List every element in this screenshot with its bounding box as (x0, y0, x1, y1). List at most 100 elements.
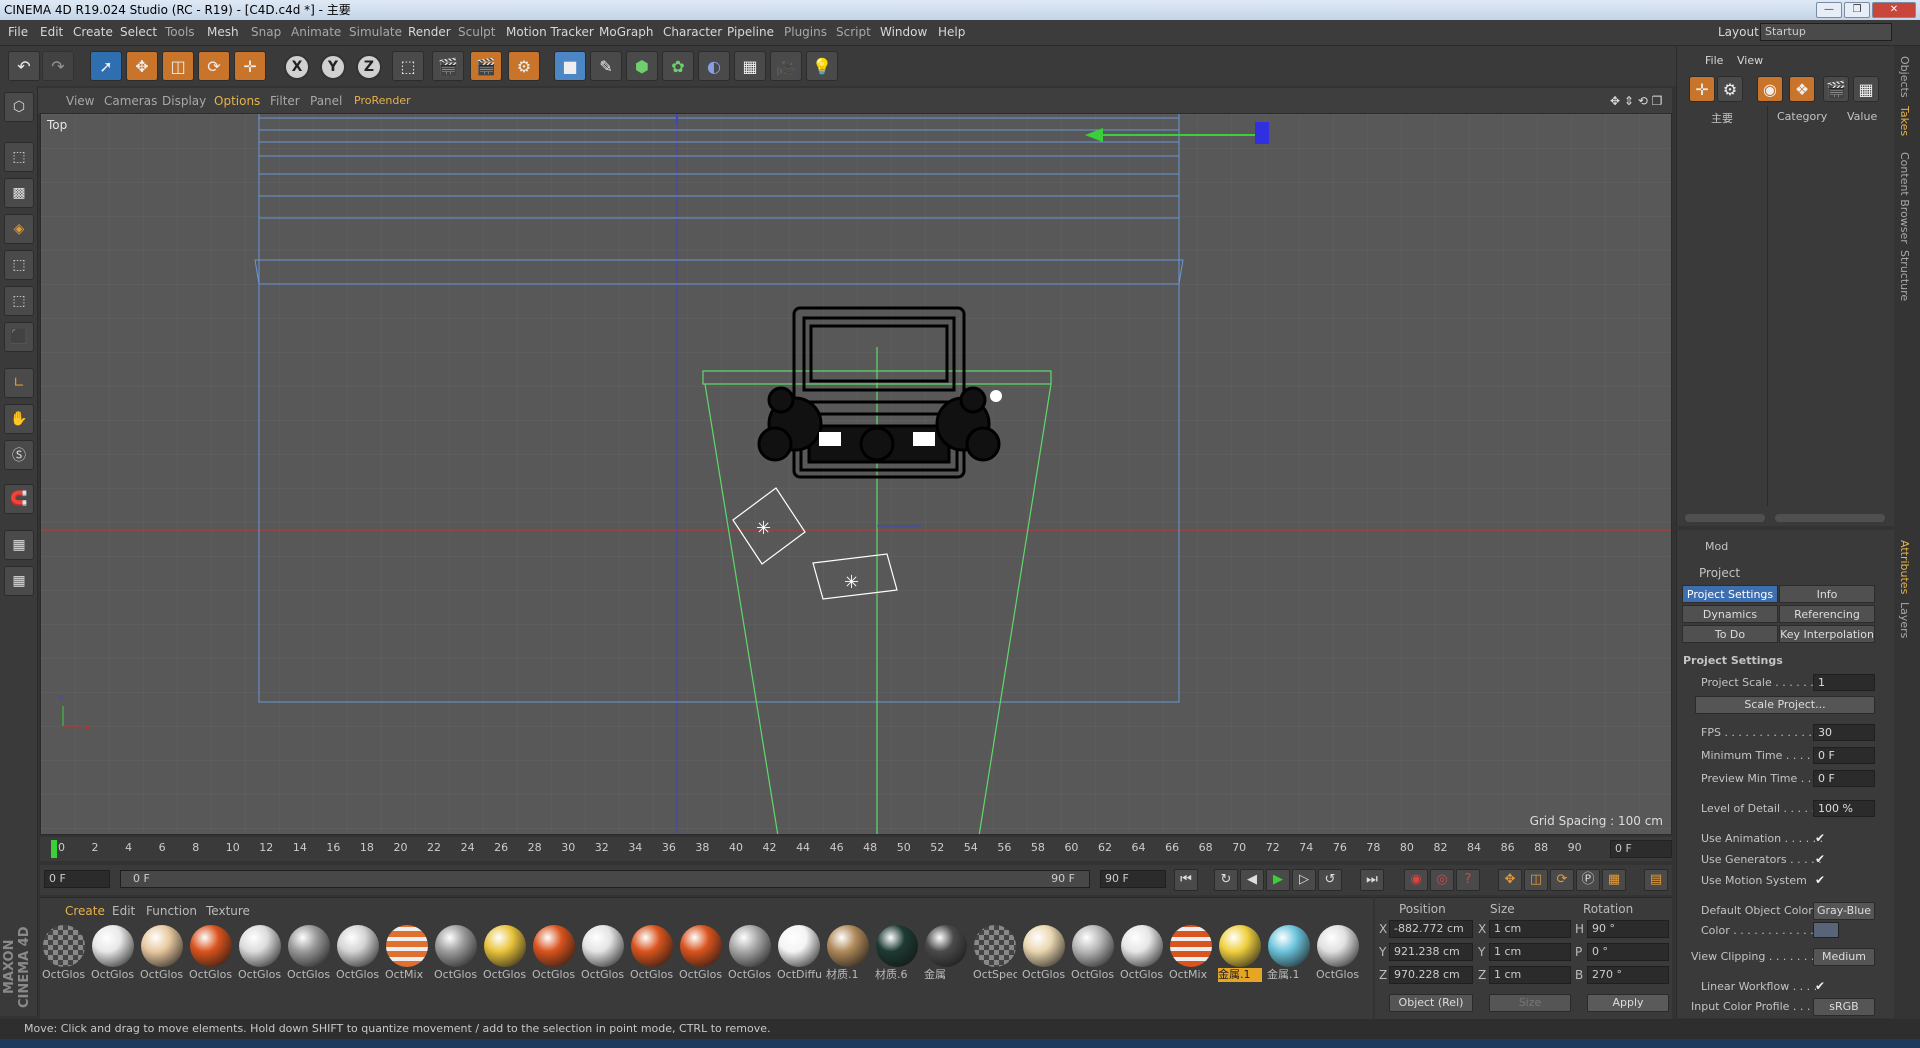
material-item[interactable]: OctGlos (238, 924, 282, 994)
snap-icon[interactable]: 🧲 (4, 484, 34, 514)
menu-pipeline[interactable]: Pipeline (727, 25, 774, 39)
material-menu-texture[interactable]: Texture (206, 904, 250, 918)
record-position-icon[interactable]: ✥ (1498, 869, 1522, 891)
minimize-button[interactable]: — (1816, 2, 1842, 18)
object-add-icon[interactable]: ✛ (1689, 76, 1715, 102)
viewport-nav-icons[interactable]: ✥ ⇕ ⟲ ❐ (1610, 94, 1662, 108)
object-tool-icon[interactable]: ⚙ (1717, 76, 1743, 102)
material-item[interactable]: OctGlos (728, 924, 772, 994)
color-swatch[interactable] (1813, 922, 1839, 938)
input-color-profile-dropdown[interactable]: sRGB (1813, 998, 1875, 1016)
material-item[interactable]: OctGlos (1022, 924, 1066, 994)
tab-project-settings[interactable]: Project Settings (1682, 585, 1778, 603)
objects-hscroll-right[interactable] (1775, 514, 1885, 522)
rot-p-field[interactable]: 0 ° (1587, 943, 1669, 961)
material-menu-function[interactable]: Function (146, 904, 197, 918)
redo-icon[interactable]: ↷ (42, 51, 74, 81)
tweak-mode-icon[interactable]: ✋ (4, 404, 34, 434)
side-tab-structure[interactable]: Structure (1898, 250, 1911, 301)
maximize-button[interactable]: ❐ (1844, 2, 1870, 18)
prop-preview-min-time-field[interactable]: 0 F (1813, 770, 1875, 787)
pos-y-field[interactable]: 921.238 cm (1389, 943, 1473, 961)
prop-level-of-detail-field[interactable]: 100 % (1813, 800, 1875, 817)
material-item[interactable]: OctGlos (679, 924, 723, 994)
go-to-end-icon[interactable]: ⏭ (1360, 869, 1384, 891)
menu-render[interactable]: Render (408, 25, 451, 39)
scale-tool-icon[interactable]: ◫ (162, 51, 194, 81)
select-tool-icon[interactable]: ➚ (90, 51, 122, 81)
object-tag-icon[interactable]: ◉ (1757, 76, 1783, 102)
material-item[interactable]: OctGlos (630, 924, 674, 994)
render-picture-viewer-icon[interactable]: 🎬 (470, 51, 502, 81)
material-item[interactable]: OctDiffu (777, 924, 821, 994)
use-generators-checkbox[interactable]: ✔ (1815, 852, 1829, 866)
menu-help[interactable]: Help (938, 25, 965, 39)
material-item[interactable]: OctGlos (336, 924, 380, 994)
tab-info[interactable]: Info (1779, 585, 1875, 603)
next-key-icon[interactable]: ↺ (1318, 869, 1342, 891)
rot-b-field[interactable]: 270 ° (1587, 966, 1669, 984)
menu-animate[interactable]: Animate (291, 25, 341, 39)
end-frame-field[interactable]: 90 F (1100, 870, 1166, 888)
size-x-field[interactable]: 1 cm (1489, 920, 1571, 938)
side-tab-layers[interactable]: Layers (1898, 602, 1911, 638)
timeline-playhead[interactable] (51, 840, 57, 858)
workplane-lock-icon[interactable]: ▦ (4, 530, 34, 560)
x-axis-lock-icon[interactable]: X (284, 54, 310, 80)
scale-project-button[interactable]: Scale Project... (1695, 696, 1875, 714)
material-menu-edit[interactable]: Edit (112, 904, 135, 918)
tab-key-interpolation[interactable]: Key Interpolation (1779, 625, 1875, 643)
viewport-menu-display[interactable]: Display (162, 94, 206, 108)
keyframe-selection-icon[interactable]: ? (1456, 869, 1480, 891)
menu-create[interactable]: Create (73, 25, 113, 39)
object-render-icon[interactable]: 🎬 (1823, 76, 1849, 102)
polygons-mode-icon[interactable]: ⬛ (4, 322, 34, 352)
tab-referencing[interactable]: Referencing (1779, 605, 1875, 623)
material-item[interactable]: OctGlos (1316, 924, 1360, 994)
material-item[interactable]: OctGlos (483, 924, 527, 994)
object-layer-icon[interactable]: ▦ (1853, 76, 1879, 102)
pos-x-field[interactable]: -882.772 cm (1389, 920, 1473, 938)
objects-menu-file[interactable]: File (1705, 54, 1723, 67)
use-motion-system-checkbox[interactable]: ✔ (1815, 873, 1829, 887)
material-item[interactable]: 材质.1 (826, 924, 870, 994)
menu-snap[interactable]: Snap (251, 25, 281, 39)
viewport-menu-filter[interactable]: Filter (270, 94, 300, 108)
prop-project-scale-field[interactable]: 1 (1813, 674, 1875, 691)
menu-tools[interactable]: Tools (165, 25, 195, 39)
record-keys-icon[interactable]: ◉ (1404, 869, 1428, 891)
floor-icon[interactable]: ▦ (734, 51, 766, 81)
objects-hscroll-left[interactable] (1685, 514, 1765, 522)
side-tab-attributes[interactable]: Attributes (1898, 540, 1911, 594)
render-view-icon[interactable]: 🎬 (432, 51, 464, 81)
material-item[interactable]: OctMix (385, 924, 429, 994)
menu-script[interactable]: Script (836, 25, 871, 39)
menu-mesh[interactable]: Mesh (207, 25, 239, 39)
material-item[interactable]: OctGlos (1120, 924, 1164, 994)
material-item[interactable]: OctGlos (91, 924, 135, 994)
prev-frame-icon[interactable]: ◀ (1240, 869, 1264, 891)
material-menu-create[interactable]: Create (65, 904, 105, 918)
record-parameter-icon[interactable]: Ⓟ (1576, 869, 1600, 891)
material-item[interactable]: OctGlos (1071, 924, 1115, 994)
axis-mode-icon[interactable]: ∟ (4, 368, 34, 398)
go-to-start-icon[interactable]: ⏮ (1174, 869, 1198, 891)
menu-file[interactable]: File (8, 25, 28, 39)
last-tool-icon[interactable]: ✛ (234, 51, 266, 81)
close-button[interactable]: ✕ (1872, 2, 1916, 18)
play-icon[interactable]: ▶ (1266, 869, 1290, 891)
rot-h-field[interactable]: 90 ° (1587, 920, 1669, 938)
attributes-mode-menu[interactable]: Mod (1705, 540, 1728, 553)
cube-object-icon[interactable]: ■ (554, 51, 586, 81)
texture-mode-icon[interactable]: ▩ (4, 178, 34, 208)
material-item[interactable]: OctGlos (42, 924, 86, 994)
record-pla-icon[interactable]: ▦ (1602, 869, 1626, 891)
menu-window[interactable]: Window (880, 25, 927, 39)
subdivision-icon[interactable]: ⬢ (626, 51, 658, 81)
points-mode-icon[interactable]: ⬚ (4, 250, 34, 280)
menu-character[interactable]: Character (663, 25, 722, 39)
viewport-menu-prorender[interactable]: ProRender (354, 94, 411, 107)
material-item[interactable]: OctGlos (189, 924, 233, 994)
deformer-icon[interactable]: ◐ (698, 51, 730, 81)
edges-mode-icon[interactable]: ⬚ (4, 286, 34, 316)
